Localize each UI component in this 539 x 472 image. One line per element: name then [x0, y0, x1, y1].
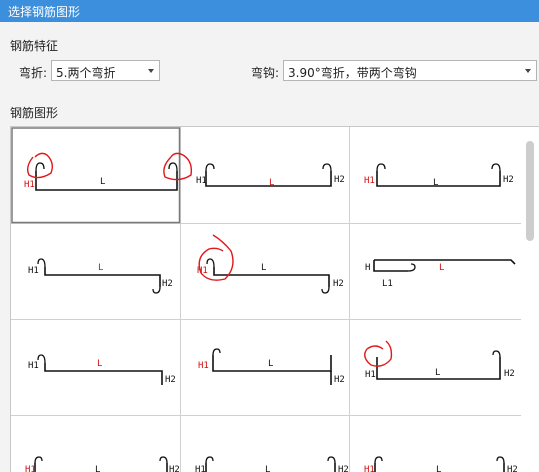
shape-cell-10[interactable]: H1 L H2 — [25, 456, 180, 472]
hook-path — [492, 350, 501, 358]
shape-cell-1[interactable]: H1 L — [11, 127, 193, 224]
shape-cell-2[interactable]: H1 L H2 — [196, 163, 345, 188]
label-h1: H1 — [196, 176, 207, 186]
label-h1: H1 — [28, 361, 39, 371]
label-h1: H1 — [195, 465, 206, 472]
label-h2: H2 — [507, 465, 518, 472]
scrollbar-thumb[interactable] — [526, 141, 534, 241]
chevron-down-icon — [148, 69, 154, 73]
window-title: 选择钢筋图形 — [8, 5, 81, 19]
label-h2: H2 — [504, 369, 515, 379]
shape-grid-canvas: H1 L H1 L H2 H1 L H2 H1 L H2 H1 L H2 H L… — [11, 127, 539, 472]
rebar-path — [376, 171, 501, 187]
rebar-path — [374, 259, 516, 265]
shape-cell-8[interactable]: H1 L H2 — [198, 348, 345, 385]
label-h2: H2 — [169, 465, 180, 472]
label-h1: H1 — [25, 465, 36, 472]
hook-path — [496, 456, 505, 464]
label-l: L — [433, 178, 438, 188]
hook-path — [212, 348, 221, 356]
label-h1: H1 — [24, 180, 35, 190]
label-h2: H2 — [334, 175, 345, 185]
bend-select-value: 5.两个弯折 — [56, 66, 116, 80]
hook-path — [322, 163, 332, 172]
hook-label: 弯钩: — [251, 66, 280, 80]
label-l: L — [265, 465, 270, 472]
label-l: L — [100, 177, 105, 187]
shape-cell-3[interactable]: H1 L H2 — [364, 163, 514, 188]
label-h2: H2 — [333, 279, 344, 289]
label-h1: H1 — [28, 266, 39, 276]
shape-cell-6[interactable]: H L L1 — [365, 259, 516, 289]
label-l: L — [95, 465, 100, 472]
label-h2: H2 — [338, 465, 349, 472]
shape-cell-4[interactable]: H1 L H2 — [28, 258, 173, 294]
label-l: L — [98, 263, 103, 273]
hook-path — [34, 456, 43, 464]
hook-path — [321, 286, 330, 294]
shape-cell-11[interactable]: H1 L H2 — [195, 456, 349, 472]
label-h1: H1 — [364, 176, 375, 186]
title-bar: 选择钢筋图形 — [0, 0, 539, 22]
bend-select[interactable]: 5.两个弯折 — [51, 60, 160, 81]
shapes-section-label: 钢筋图形 — [10, 106, 59, 120]
label-l: L — [439, 263, 444, 273]
hook-path — [152, 286, 161, 294]
hook-path — [327, 456, 336, 464]
label-l1: L1 — [382, 279, 393, 289]
hook-path — [491, 163, 501, 172]
rebar-path — [205, 463, 336, 472]
hook-select-value: 3.90°弯折，带两个弯钩 — [288, 66, 417, 80]
annotation-circle — [364, 340, 393, 367]
hook-path — [374, 456, 383, 464]
hook-path — [37, 354, 46, 364]
label-h2: H2 — [334, 375, 345, 385]
features-section-label: 钢筋特征 — [10, 39, 59, 53]
label-h2: H2 — [503, 175, 514, 185]
hook-path — [159, 456, 168, 464]
shape-cell-9[interactable]: H1 L H2 — [364, 340, 515, 380]
label-h1: H1 — [364, 465, 375, 472]
chevron-down-icon — [525, 69, 531, 73]
label-l: L — [435, 368, 440, 378]
bend-label: 弯折: — [19, 66, 48, 80]
label-l: L — [269, 178, 274, 188]
label-h: H — [365, 263, 370, 273]
selected-cell-border — [11, 127, 181, 224]
label-h1: H1 — [365, 370, 376, 380]
label-l: L — [261, 263, 266, 273]
hook-select[interactable]: 3.90°弯折，带两个弯钩 — [283, 60, 537, 81]
hook-path — [37, 258, 46, 268]
hook-path — [206, 258, 215, 268]
hook-path — [376, 163, 386, 172]
rebar-path — [34, 463, 168, 472]
label-l: L — [268, 359, 273, 369]
hook-path — [205, 163, 215, 172]
label-l: L — [97, 359, 102, 369]
rebar-path — [44, 363, 163, 385]
shape-cell-7[interactable]: H1 L H2 — [28, 354, 176, 385]
label-h2: H2 — [162, 279, 173, 289]
hook-path — [205, 456, 214, 464]
label-h1: H1 — [198, 361, 209, 371]
label-h2: H2 — [165, 375, 176, 385]
hook-path — [407, 263, 416, 272]
shape-cell-12[interactable]: H1 L H2 — [364, 456, 518, 472]
shape-cell-5[interactable]: H1 L H2 — [197, 234, 344, 294]
shape-grid: H1 L H1 L H2 H1 L H2 H1 L H2 H1 L H2 H L… — [10, 126, 539, 472]
label-l: L — [436, 465, 441, 472]
rebar-path — [373, 260, 408, 272]
